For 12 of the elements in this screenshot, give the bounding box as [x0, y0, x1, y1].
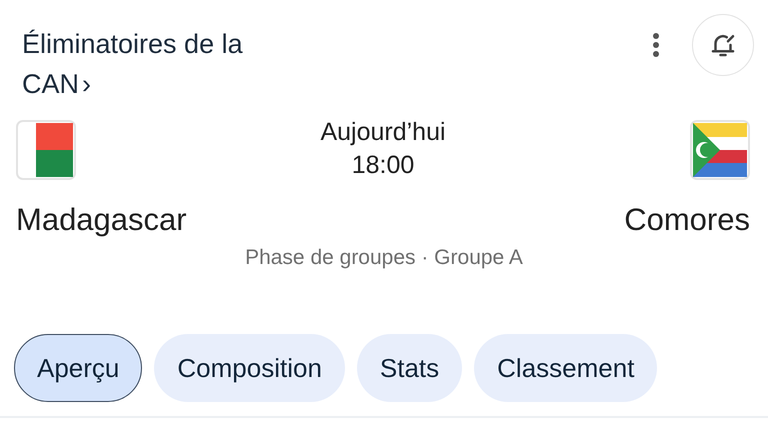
team-name: Madagascar [16, 202, 187, 238]
tab[interactable]: Composition [154, 334, 345, 402]
flag-icon [16, 120, 76, 180]
team-name: Comores [624, 202, 750, 238]
tab[interactable]: Classement [474, 334, 658, 402]
match-stage: Phase de groupes · Groupe A [245, 246, 523, 269]
match-day: Aujourd’hui [320, 116, 446, 149]
match-time: 18:00 [352, 150, 414, 181]
tab[interactable]: Aperçu [14, 334, 142, 402]
competition-link[interactable]: Éliminatoires de la CAN› [22, 24, 312, 104]
flag-icon [690, 120, 750, 180]
tab[interactable]: Stats [356, 334, 462, 402]
